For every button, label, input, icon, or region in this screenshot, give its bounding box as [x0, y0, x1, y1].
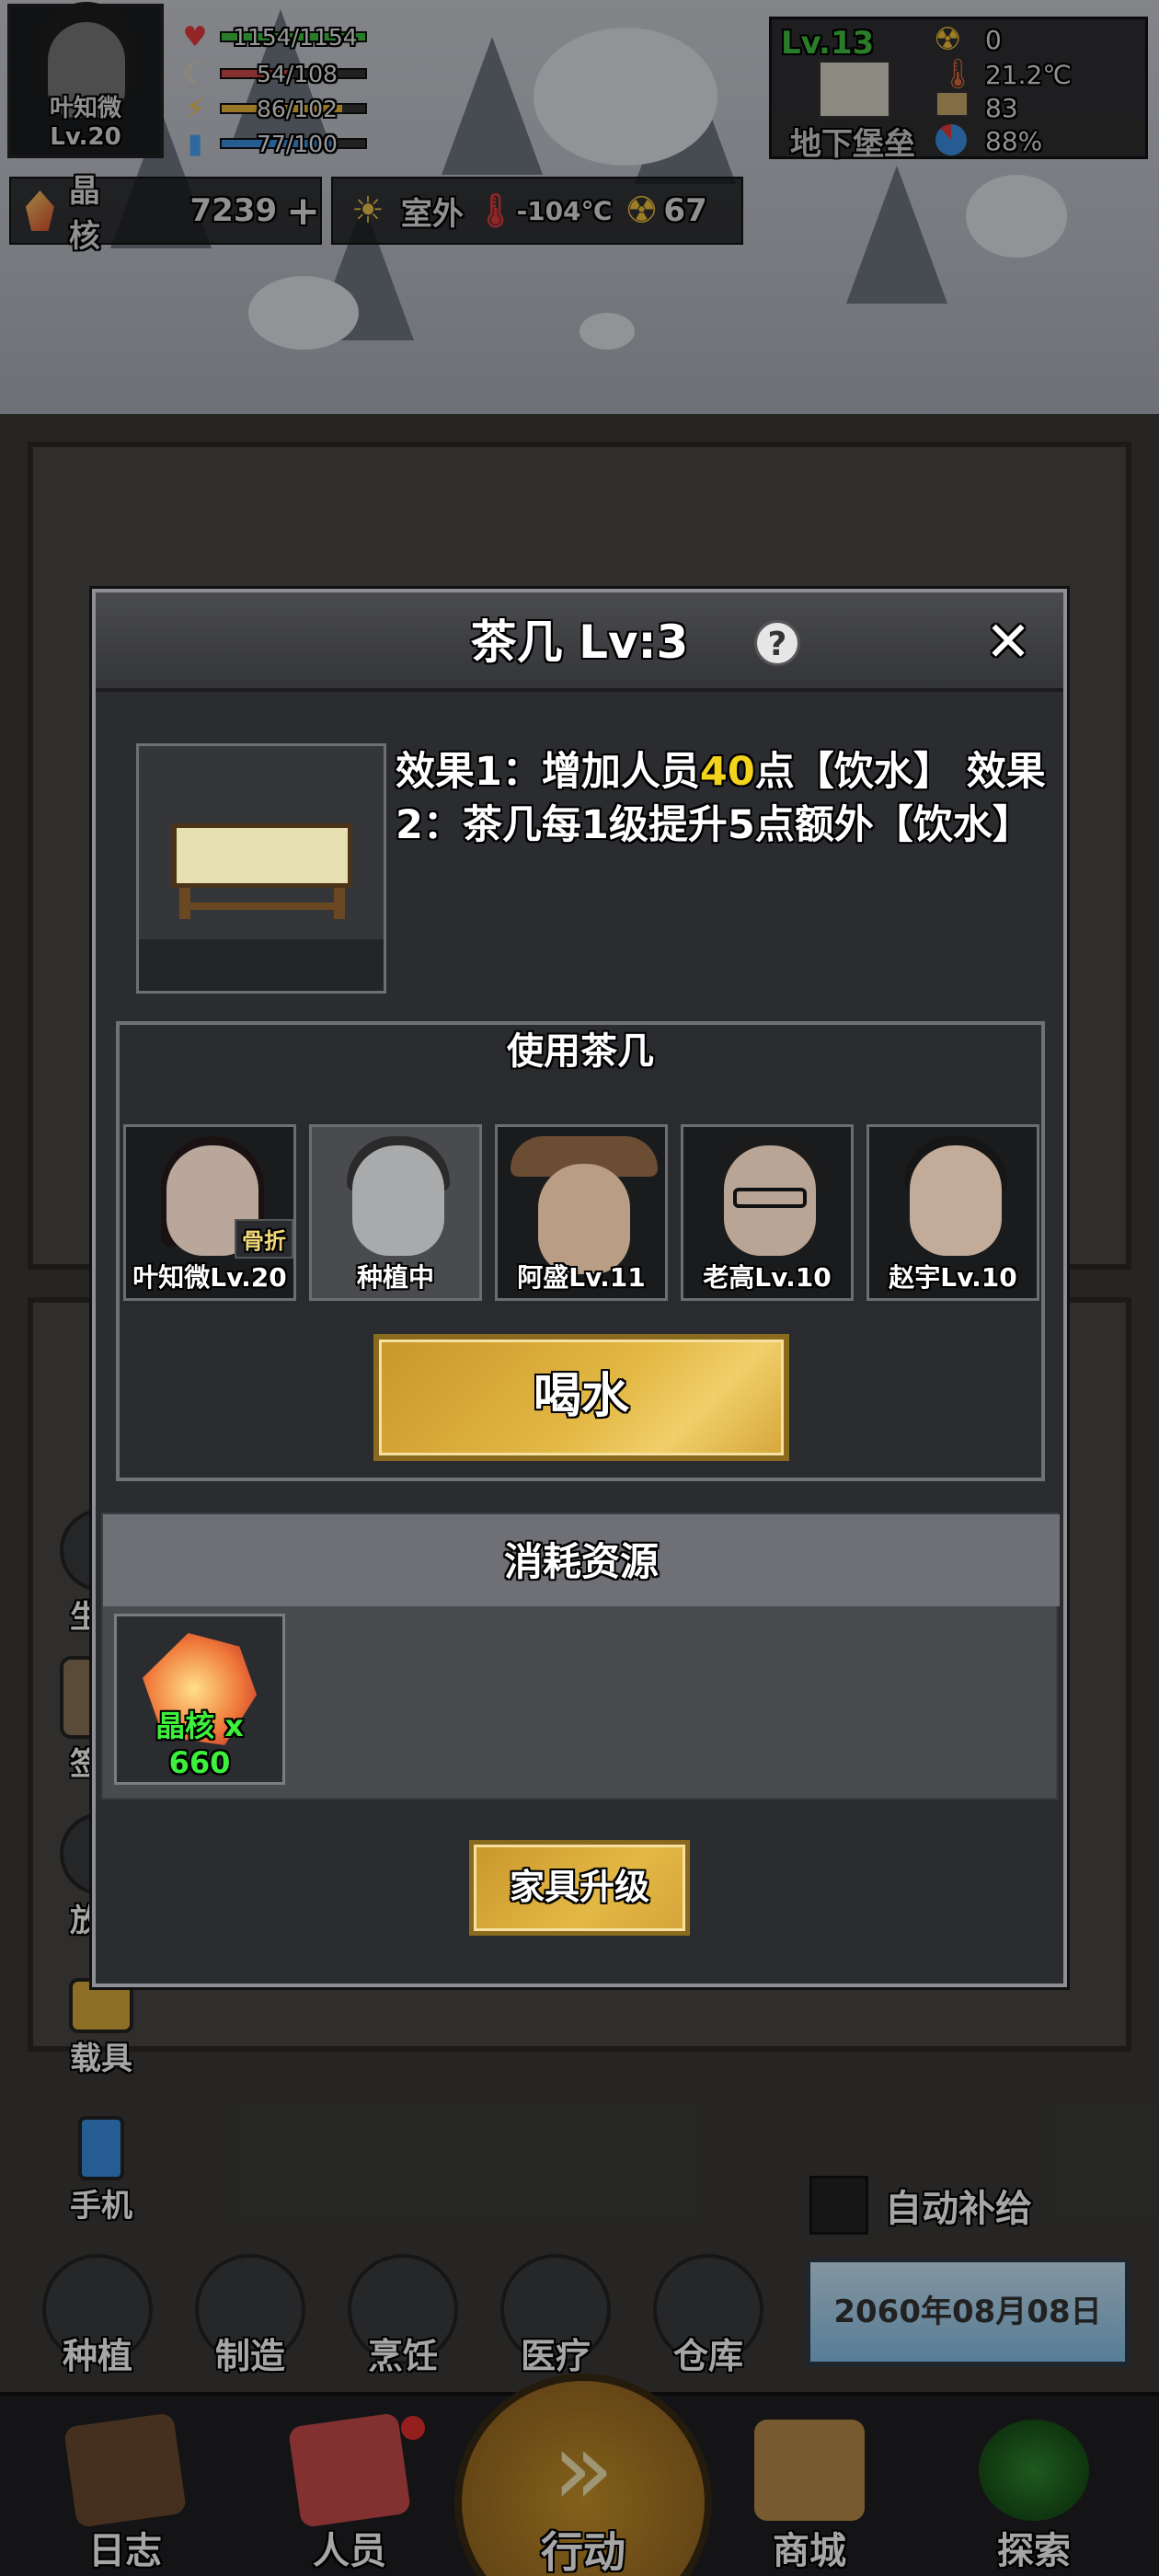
cost-panel: 消耗资源 晶核 x 660 [101, 1512, 1060, 1800]
use-title: 使用茶几 [507, 1030, 654, 1073]
thumbnail-floor [139, 939, 384, 991]
person-card[interactable]: 骨折 叶知微Lv.20 [123, 1124, 296, 1301]
tea-table-icon [172, 823, 352, 888]
avatar [910, 1145, 1002, 1256]
person-name: 叶知微Lv.20 [132, 1262, 287, 1293]
person-card[interactable]: 阿盛Lv.11 [495, 1124, 668, 1301]
cost-title: 消耗资源 [503, 1539, 659, 1584]
effect-text-a: 效果1：增加人员 [396, 749, 700, 795]
tea-table-thumbnail [136, 743, 386, 994]
resource-card[interactable]: 晶核 x 660 [114, 1614, 285, 1785]
status-badge: 骨折 [235, 1219, 293, 1259]
help-button[interactable]: ? [754, 620, 800, 666]
dialog-title: 茶几 Lv:3 [470, 615, 689, 669]
avatar [352, 1145, 444, 1256]
furniture-dialog: 茶几 Lv:3 ? ✕ 效果1：增加人员40点【饮水】 效果2：茶几每1级提升5… [92, 589, 1067, 1987]
close-button[interactable]: ✕ [979, 613, 1038, 672]
person-card[interactable]: 老高Lv.10 [681, 1124, 854, 1301]
person-name: 赵宇Lv.10 [889, 1262, 1017, 1293]
person-name: 老高Lv.10 [703, 1262, 832, 1293]
effect-description: 效果1：增加人员40点【饮水】 效果2：茶几每1级提升5点额外【饮水】 [396, 745, 1058, 852]
upgrade-furniture-button[interactable]: 家具升级 [469, 1840, 690, 1936]
resource-amount: 晶核 x 660 [155, 1708, 244, 1780]
person-card[interactable]: 种植中 [309, 1124, 482, 1301]
person-name: 阿盛Lv.11 [517, 1262, 646, 1293]
drink-water-button[interactable]: 喝水 [373, 1334, 789, 1461]
person-card[interactable]: 赵宇Lv.10 [866, 1124, 1039, 1301]
person-name: 种植中 [356, 1262, 434, 1293]
tea-table-shelf [179, 903, 345, 910]
glasses-icon [733, 1188, 807, 1208]
use-panel: 使用茶几 骨折 叶知微Lv.20 种植中 阿盛Lv.11 老高Lv.10 赵宇L… [116, 1021, 1045, 1481]
effect-highlight: 40 [699, 749, 755, 795]
